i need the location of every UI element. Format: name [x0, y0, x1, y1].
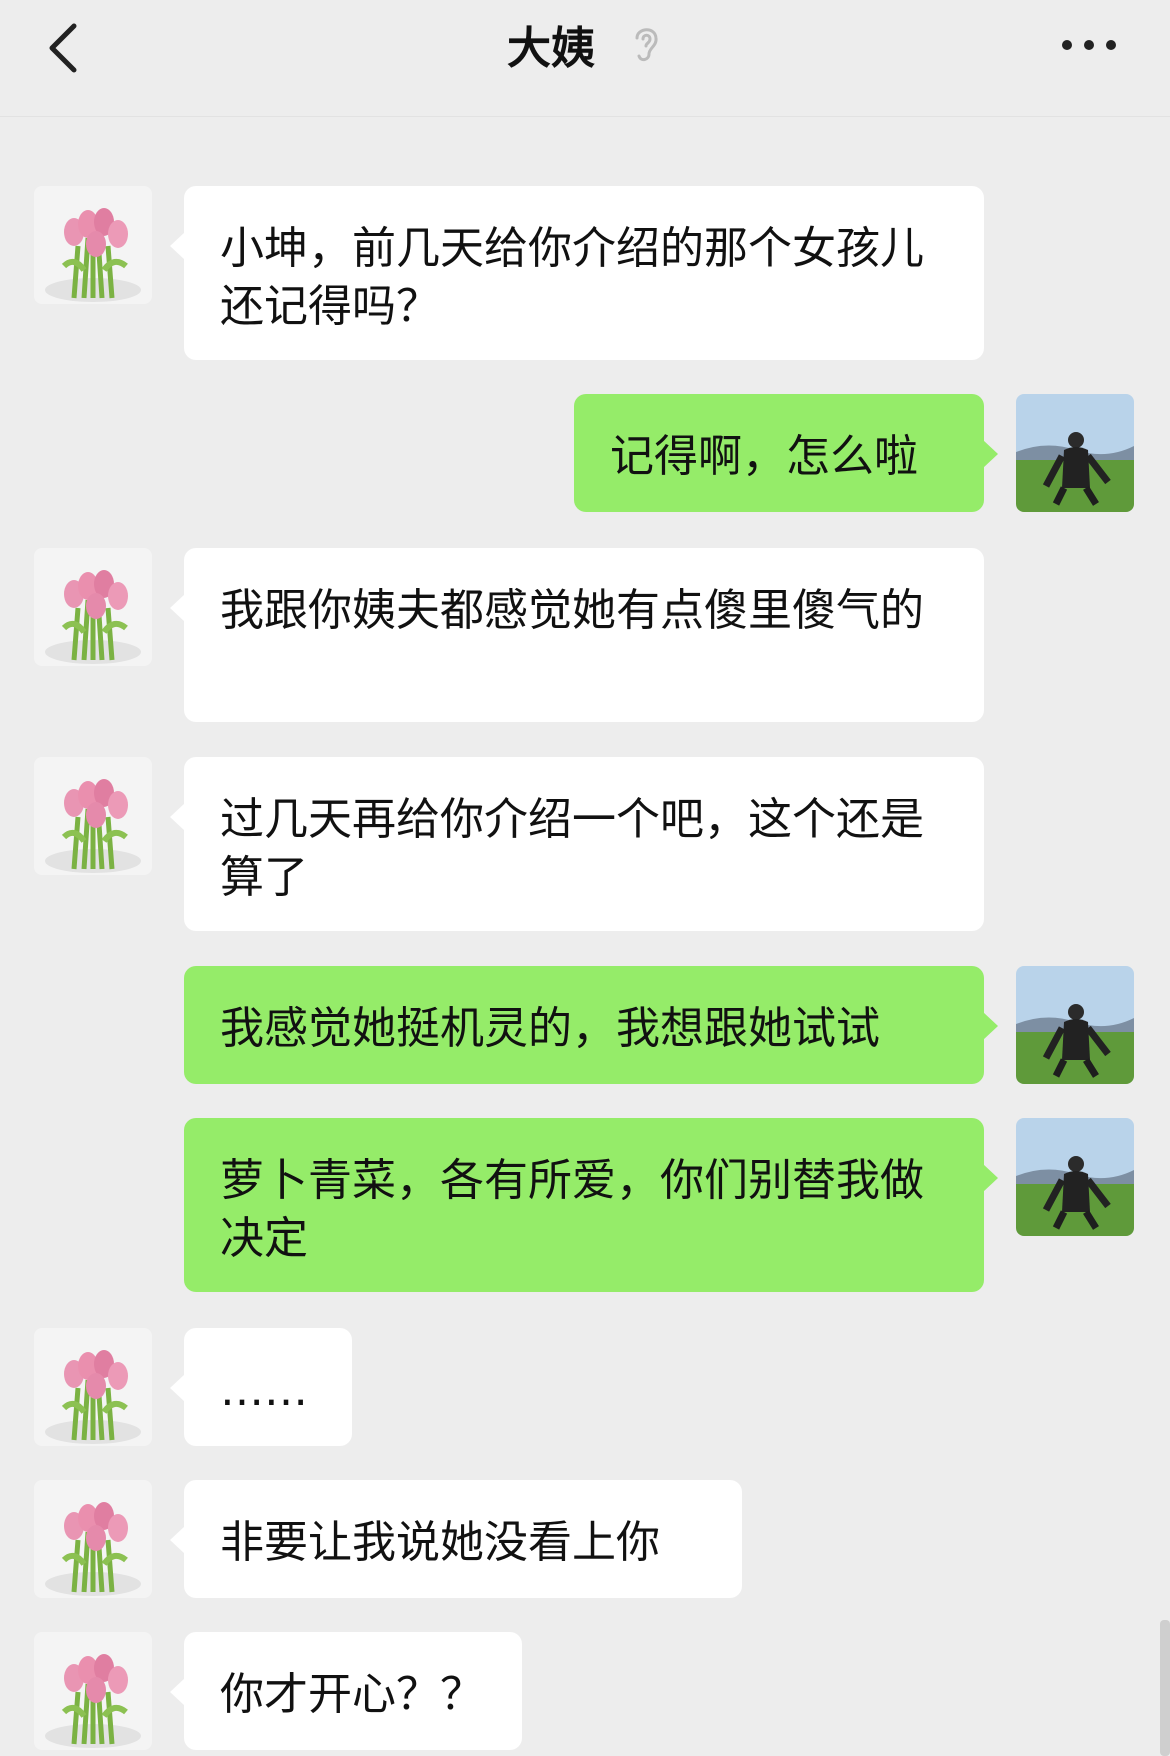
message-bubble[interactable]: ……	[170, 1328, 352, 1446]
landscape-avatar[interactable]	[1016, 394, 1134, 512]
message-text: 萝卜青菜，各有所爱，你们别替我做决定	[220, 1155, 924, 1264]
tulip-avatar[interactable]	[34, 1632, 152, 1750]
tulip-avatar[interactable]	[34, 1328, 152, 1446]
message-text: 你才开心？？	[220, 1669, 484, 1720]
message-text: 过几天再给你介绍一个吧，这个还是算了	[220, 794, 924, 903]
message-bubble[interactable]: 非要让我说她没看上你	[170, 1480, 742, 1598]
chat-title: 大姨	[507, 23, 595, 74]
message-bubble[interactable]: 小坤，前几天给你介绍的那个女孩儿还记得吗？	[170, 186, 984, 360]
more-dots-icon[interactable]	[1062, 38, 1116, 52]
message-bubble[interactable]: 萝卜青菜，各有所爱，你们别替我做决定	[184, 1118, 998, 1292]
message-text: 我跟你姨夫都感觉她有点傻里傻气的	[220, 585, 924, 636]
message-bubble[interactable]: 你才开心？？	[170, 1632, 522, 1750]
landscape-avatar[interactable]	[1016, 966, 1134, 1084]
scrollbar[interactable]	[1160, 1620, 1170, 1756]
landscape-avatar[interactable]	[1016, 1118, 1134, 1236]
tulip-avatar[interactable]	[34, 186, 152, 304]
message-bubble[interactable]: 记得啊，怎么啦	[574, 394, 998, 512]
message-text: 小坤，前几天给你介绍的那个女孩儿还记得吗？	[220, 223, 924, 332]
message-text: 我感觉她挺机灵的，我想跟她试试	[220, 1003, 880, 1054]
message-text: 非要让我说她没看上你	[220, 1517, 660, 1568]
tulip-avatar[interactable]	[34, 757, 152, 875]
tulip-avatar[interactable]	[34, 548, 152, 666]
message-bubble[interactable]: 我跟你姨夫都感觉她有点傻里傻气的	[170, 548, 984, 722]
message-bubble[interactable]: 我感觉她挺机灵的，我想跟她试试	[184, 966, 998, 1084]
message-text: ……	[220, 1365, 308, 1416]
message-text: 记得啊，怎么啦	[610, 431, 918, 482]
chat-header: 大姨	[0, 0, 1170, 117]
message-bubble[interactable]: 过几天再给你介绍一个吧，这个还是算了	[170, 757, 984, 931]
title-wrap: 大姨	[0, 14, 1170, 74]
ear-icon	[635, 28, 658, 62]
tulip-avatar[interactable]	[34, 1480, 152, 1598]
